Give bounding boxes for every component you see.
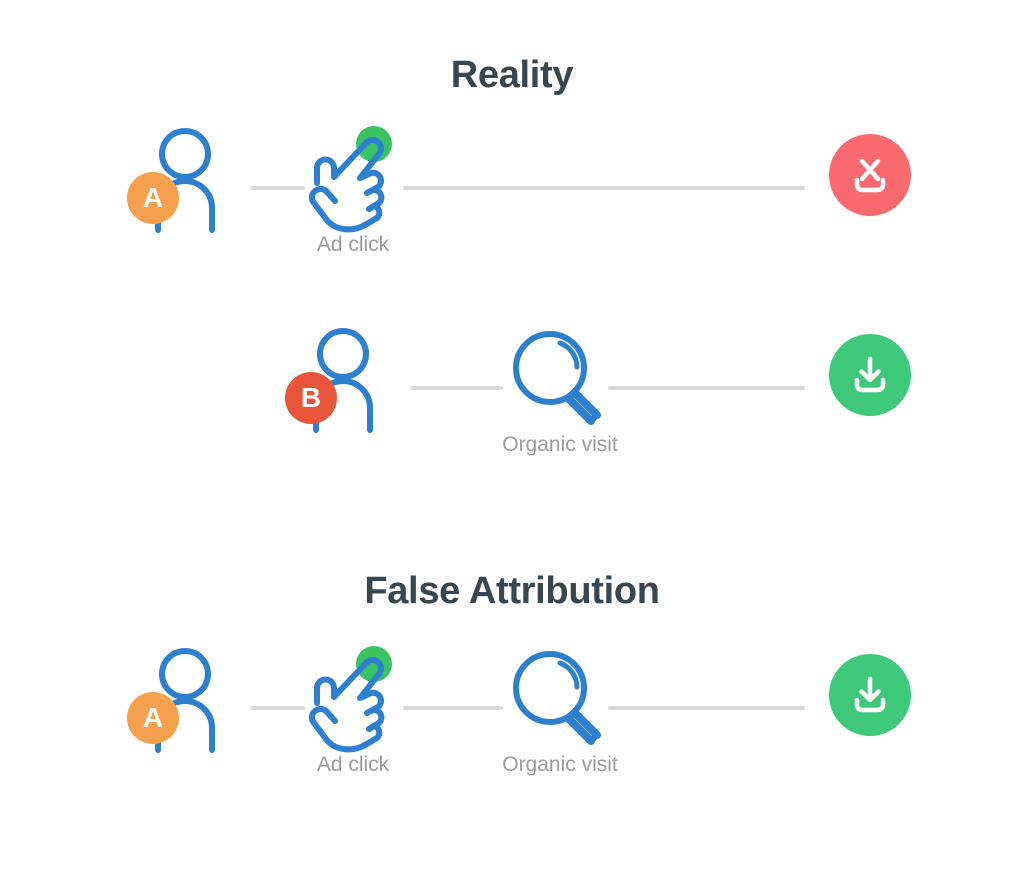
download-success-icon	[847, 352, 893, 398]
outcome-glyph	[810, 640, 930, 750]
flow-row-false-attribution: A Ad click Organic visit	[0, 640, 1024, 810]
magnifier-icon	[505, 643, 615, 748]
download-success-icon	[847, 672, 893, 718]
node-outcome-success	[810, 640, 930, 810]
connector-line	[410, 386, 503, 390]
outcome-glyph	[810, 120, 930, 230]
node-ad-click: Ad click	[293, 120, 413, 290]
connector-line	[608, 386, 805, 390]
ad-click-glyph	[293, 640, 413, 752]
diagram-canvas: Reality A Ad click B Organic visit False…	[0, 0, 1024, 892]
outcome-glyph	[810, 320, 930, 430]
user-glyph: A	[125, 120, 245, 233]
node-ad-click: Ad click	[293, 640, 413, 810]
download-failed-icon	[847, 152, 893, 198]
user-glyph: B	[283, 320, 403, 433]
user-badge-b: B	[285, 372, 337, 424]
step-caption: Organic visit	[502, 433, 618, 456]
user-badge-a: A	[127, 692, 179, 744]
section-title-false-attribution: False Attribution	[364, 570, 660, 612]
flow-row-reality-user-b: B Organic visit	[0, 320, 1024, 490]
ad-click-hand-icon	[298, 123, 408, 232]
node-outcome-success	[810, 320, 930, 490]
node-user-a: A	[125, 640, 245, 810]
user-badge-a: A	[127, 172, 179, 224]
step-caption: Ad click	[316, 753, 390, 776]
node-user-a: A	[125, 120, 245, 290]
node-organic-visit: Organic visit	[500, 320, 620, 490]
node-outcome-fail	[810, 120, 930, 290]
node-organic-visit: Organic visit	[500, 640, 620, 810]
organic-visit-glyph	[500, 640, 620, 750]
node-user-b: B	[283, 320, 403, 490]
magnifier-icon	[505, 323, 615, 428]
connector-line	[403, 186, 805, 190]
connector-line	[403, 706, 503, 710]
connector-line	[608, 706, 805, 710]
download-success-badge	[829, 654, 911, 736]
user-glyph: A	[125, 640, 245, 753]
ad-click-hand-icon	[298, 643, 408, 752]
step-caption: Ad click	[316, 233, 390, 256]
download-failed-badge	[829, 134, 911, 216]
flow-row-reality-user-a: A Ad click	[0, 120, 1024, 290]
ad-click-glyph	[293, 120, 413, 232]
organic-visit-glyph	[500, 320, 620, 430]
download-success-badge	[829, 334, 911, 416]
step-caption: Organic visit	[502, 753, 618, 776]
section-title-reality: Reality	[450, 54, 574, 96]
